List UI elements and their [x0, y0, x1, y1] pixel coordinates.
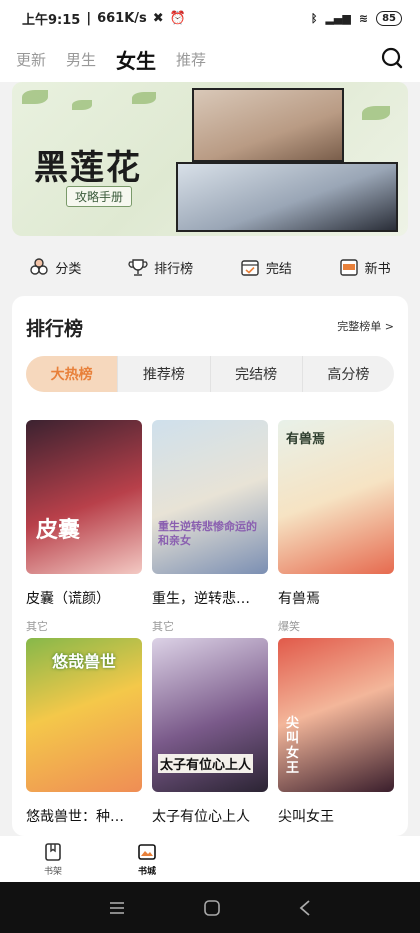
signal-icon: ▂▄▆: [325, 11, 351, 25]
book-tag: 其它: [152, 620, 174, 633]
nav-bookshelf[interactable]: 书架: [12, 836, 94, 882]
book-cover-title: 有兽焉: [286, 432, 326, 447]
battery-indicator: 85: [376, 10, 402, 26]
menu-icon[interactable]: [108, 901, 126, 915]
tab-male[interactable]: 男生: [66, 49, 96, 70]
home-icon[interactable]: [203, 899, 221, 917]
nav-bookstore-label: 书城: [137, 866, 156, 877]
nav-bookstore[interactable]: 书城: [106, 836, 188, 882]
segment-hot[interactable]: 大热榜: [26, 356, 119, 392]
ranking-segments: 大热榜 推荐榜 完结榜 高分榜: [26, 356, 394, 392]
book-cover-title: 皮囊: [36, 518, 81, 543]
status-divider: |: [86, 10, 92, 26]
banner-subtitle: 攻略手册: [66, 186, 133, 207]
category-icon: [30, 258, 49, 275]
book-title: 皮囊（谎颜）: [26, 591, 110, 607]
banner-art-panel: [192, 88, 344, 162]
book-tag: 其它: [26, 620, 48, 633]
leaf-decoration: [362, 106, 390, 120]
quick-ranking[interactable]: 排行榜: [128, 257, 193, 277]
book-cover: 皮囊: [26, 420, 142, 574]
bluetooth-icon: ᛒ: [310, 11, 318, 25]
ranking-card: 排行榜 完整榜单 > 大热榜 推荐榜 完结榜 高分榜 皮囊 皮囊（谎颜） 其它 …: [12, 296, 408, 836]
bottom-nav: 书架 书城: [0, 836, 420, 882]
calendar-check-icon: [241, 260, 259, 276]
book-card[interactable]: 尖叫女王 尖叫女王: [278, 638, 394, 826]
book-cover: 尖叫女王: [278, 638, 394, 792]
segment-top-rated[interactable]: 高分榜: [303, 356, 394, 392]
quick-ranking-label: 排行榜: [154, 261, 194, 277]
alarm-icon: ⏰: [169, 10, 186, 26]
leaf-decoration: [132, 92, 156, 104]
book-cover-title: 重生逆转悲惨命运的和亲女: [158, 520, 257, 547]
bookshelf-icon: [45, 842, 61, 861]
book-card[interactable]: 重生逆转悲惨命运的和亲女 重生，逆转悲… 其它: [152, 420, 268, 634]
book-cover-title: 悠哉兽世: [52, 652, 117, 671]
nav-bookshelf-label: 书架: [43, 866, 62, 877]
status-speed: 661K/s: [97, 10, 147, 26]
new-book-icon: [339, 259, 358, 276]
book-card[interactable]: 太子有位心上人 太子有位心上人: [152, 638, 268, 826]
wifi-icon: ≋: [358, 11, 369, 25]
book-card[interactable]: 有兽焉 有兽焉 爆笑: [278, 420, 394, 634]
book-cover: 有兽焉: [278, 420, 394, 574]
segment-recommend[interactable]: 推荐榜: [118, 356, 211, 392]
book-cover: 悠哉兽世: [26, 638, 142, 792]
status-left: 上午9:15 | 661K/s ✖ ⏰: [22, 9, 186, 28]
book-card[interactable]: 悠哉兽世 悠哉兽世：种…: [26, 638, 142, 826]
book-tag: 爆笑: [278, 620, 300, 633]
tab-recommend[interactable]: 推荐: [176, 49, 206, 70]
book-cover: 太子有位心上人: [152, 638, 268, 792]
book-title: 悠哉兽世：种…: [26, 809, 124, 825]
search-icon[interactable]: [380, 46, 404, 70]
status-right: ᛒ ▂▄▆ ≋ 85: [310, 10, 402, 26]
book-title: 有兽焉: [278, 591, 320, 607]
quick-completed[interactable]: 完结: [240, 257, 292, 277]
promo-banner[interactable]: 黑莲花 攻略手册: [12, 82, 408, 236]
quick-completed-label: 完结: [265, 261, 292, 277]
banner-title: 黑莲花: [34, 148, 142, 188]
quick-entries: 分类 排行榜 完结 新书: [0, 244, 420, 290]
trophy-icon: [128, 259, 148, 276]
tab-updates[interactable]: 更新: [16, 49, 46, 70]
quick-new-books-label: 新书: [364, 261, 391, 277]
mute-icon: ✖: [152, 10, 164, 26]
full-ranking-link[interactable]: 完整榜单 >: [337, 318, 394, 334]
system-nav-bar: [0, 882, 420, 933]
bookstore-icon: [138, 843, 156, 860]
banner-art-panel: [176, 162, 398, 232]
book-cover: 重生逆转悲惨命运的和亲女: [152, 420, 268, 574]
book-title: 重生，逆转悲…: [152, 591, 250, 607]
leaf-decoration: [22, 90, 48, 104]
status-bar: 上午9:15 | 661K/s ✖ ⏰ ᛒ ▂▄▆ ≋ 85: [0, 0, 420, 36]
leaf-decoration: [72, 100, 92, 110]
tab-female[interactable]: 女生: [116, 45, 156, 74]
ranking-title: 排行榜: [26, 318, 84, 340]
book-card[interactable]: 皮囊 皮囊（谎颜） 其它: [26, 420, 142, 634]
quick-category-label: 分类: [55, 261, 82, 277]
top-nav: 更新 男生 女生 推荐: [0, 36, 420, 82]
book-title: 尖叫女王: [278, 809, 334, 825]
book-cover-title: 太子有位心上人: [158, 754, 254, 773]
quick-new-books[interactable]: 新书: [339, 257, 391, 277]
book-title: 太子有位心上人: [152, 809, 250, 825]
back-icon[interactable]: [298, 899, 312, 917]
segment-completed[interactable]: 完结榜: [211, 356, 303, 392]
quick-category[interactable]: 分类: [29, 257, 81, 277]
status-time: 上午9:15: [22, 12, 81, 28]
book-cover-title: 尖叫女王: [286, 716, 300, 776]
